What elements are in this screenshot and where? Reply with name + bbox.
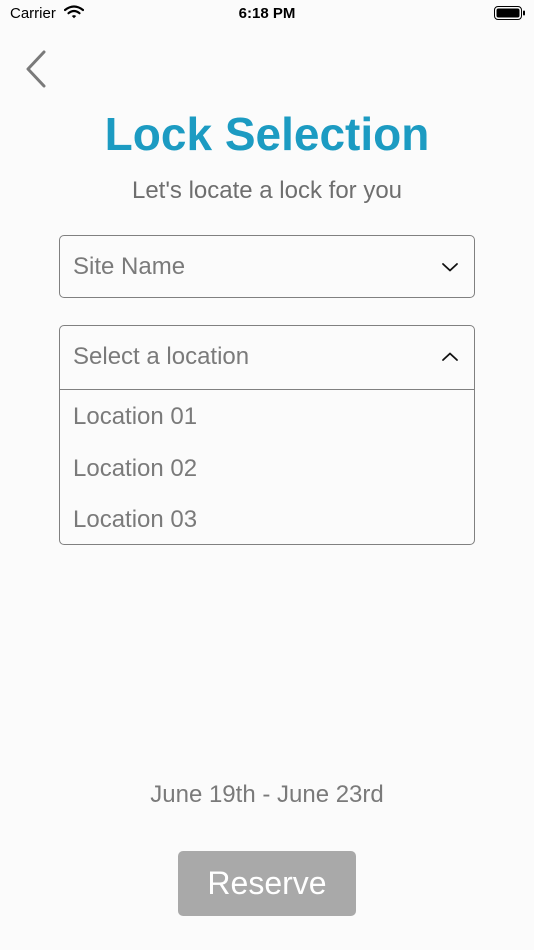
status-time: 6:18 PM bbox=[238, 5, 296, 22]
site-name-dropdown[interactable]: Site Name bbox=[59, 235, 475, 298]
site-name-value: Site Name bbox=[73, 253, 186, 280]
reserve-button[interactable]: Reserve bbox=[178, 851, 356, 916]
page-subtitle: Let's locate a lock for you bbox=[131, 177, 403, 204]
location-option[interactable]: Location 03 bbox=[73, 506, 197, 534]
chevron-left-icon bbox=[26, 50, 46, 88]
chevron-down-icon bbox=[442, 263, 458, 272]
chevron-up-icon bbox=[442, 352, 458, 361]
location-dropdown-header[interactable]: Select a location bbox=[60, 326, 474, 390]
page-title: Lock Selection bbox=[104, 108, 430, 160]
reservation-dates: June 19th - June 23rd bbox=[150, 781, 384, 808]
location-dropdown[interactable]: Select a location Location 01 Location 0… bbox=[59, 325, 475, 545]
battery-icon bbox=[494, 6, 525, 20]
back-button[interactable] bbox=[20, 48, 56, 90]
location-option[interactable]: Location 01 bbox=[73, 403, 197, 431]
location-option[interactable]: Location 02 bbox=[73, 455, 197, 483]
location-placeholder: Select a location bbox=[73, 343, 250, 370]
site-name-dropdown-header[interactable]: Site Name bbox=[60, 236, 474, 299]
status-bar: Carrier 6:18 PM bbox=[0, 0, 534, 28]
